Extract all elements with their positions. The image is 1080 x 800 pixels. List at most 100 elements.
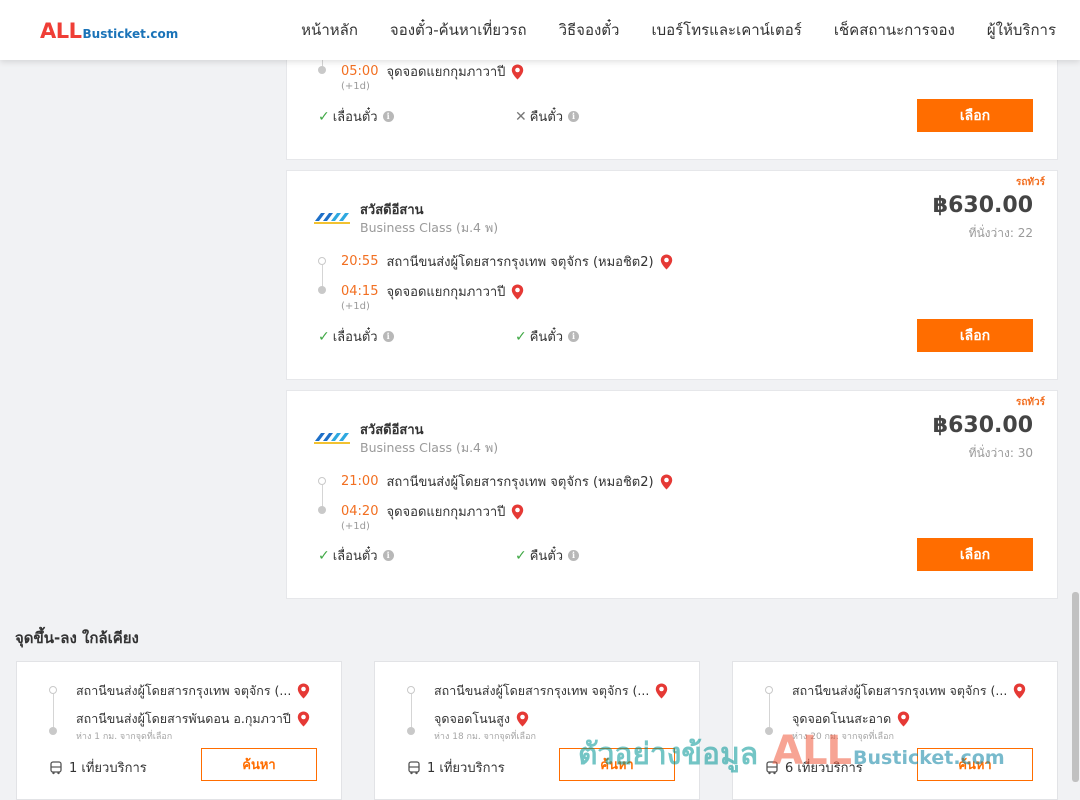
operator-logo <box>313 211 351 225</box>
scrollbar-thumb[interactable] <box>1072 592 1079 782</box>
timeline-line <box>52 694 54 728</box>
map-pin-icon[interactable] <box>511 64 524 80</box>
nav-phone-counters[interactable]: เบอร์โทรและเคาน์เตอร์ <box>651 18 801 42</box>
map-pin-icon[interactable] <box>1013 683 1026 699</box>
price: ฿630.00 <box>932 193 1033 218</box>
bus-icon <box>766 760 778 774</box>
arrival-place: จุดจอดแยกกุมภาวาปี <box>386 285 506 300</box>
day-offset: (+1d) <box>341 81 370 92</box>
timeline-departure-dot <box>318 477 326 485</box>
arrival-stop: 04:15 จุดจอดแยกกุมภาวาปี <box>341 281 524 302</box>
nearby-trip-count-label: 1 เที่ยวบริการ <box>69 761 147 776</box>
arrival-time: 04:20 <box>341 504 379 519</box>
nearby-section-title: จุดขึ้น-ลง ใกล้เคียง <box>15 629 139 647</box>
info-icon[interactable]: i <box>382 550 394 561</box>
info-icon[interactable]: i <box>382 331 394 342</box>
check-icon: ✓ <box>318 108 330 125</box>
departure-place: สถานีขนส่งผู้โดยสารกรุงเทพ จตุจักร (หมอช… <box>386 255 654 270</box>
trip-card: 05:00 จุดจอดแยกกุมภาวาปี (+1d) ✓ เลื่อนต… <box>286 50 1058 160</box>
arrival-stop: 04:20 จุดจอดแยกกุมภาวาปี <box>341 501 524 522</box>
bus-class: Business Class (ม.4 พ) <box>360 440 499 455</box>
logo-domain-text: Busticket.com <box>82 27 179 41</box>
check-icon: ✓ <box>515 547 527 564</box>
nearby-to-place: สถานีขนส่งผู้โดยสารพันดอน อ.กุมภวาปี <box>76 711 291 726</box>
map-pin-icon[interactable] <box>511 284 524 300</box>
timeline-arrival-dot <box>318 506 326 514</box>
site-logo[interactable]: ALL Busticket.com <box>40 19 178 43</box>
nearby-from-place: สถานีขนส่งผู้โดยสารกรุงเทพ จตุจักร (... <box>76 683 292 698</box>
nearby-distance: ห่าง 20 กม. จากจุดที่เลือก <box>792 732 894 742</box>
nav-home[interactable]: หน้าหลัก <box>301 18 358 42</box>
change-ticket-feature: ✓ เลื่อนตั๋ว i <box>318 106 394 127</box>
operator-logo <box>313 431 351 445</box>
nav-book-search[interactable]: จองตั๋ว-ค้นหาเที่ยวรถ <box>390 18 527 42</box>
map-pin-icon[interactable] <box>655 683 668 699</box>
timeline-arrival-dot <box>318 66 326 74</box>
available-seats: ที่นั่งว่าง: 22 <box>968 226 1033 240</box>
arrival-place: จุดจอดแยกกุมภาวาปี <box>386 505 506 520</box>
map-pin-icon[interactable] <box>297 683 310 699</box>
nearby-search-button[interactable]: ค้นหา <box>201 748 317 781</box>
nav-how-to-book[interactable]: วิธีจองตั๋ว <box>559 18 620 42</box>
bus-icon <box>408 760 420 774</box>
nav-operators[interactable]: ผู้ให้บริการ <box>987 18 1056 42</box>
trip-card: รถทัวร์ สวัสดีอีสาน Business Class (ม.4 … <box>286 390 1058 599</box>
nearby-from: สถานีขนส่งผู้โดยสารกรุงเทพ จตุจักร (... <box>76 681 310 701</box>
operator-name: สวัสดีอีสาน <box>360 423 424 438</box>
nearby-from: สถานีขนส่งผู้โดยสารกรุงเทพ จตุจักร (... <box>434 681 668 701</box>
departure-time: 21:00 <box>341 474 379 489</box>
nearby-trip-count: 6 เที่ยวบริการ <box>765 757 863 778</box>
info-icon[interactable]: i <box>568 550 580 561</box>
timeline-line <box>321 265 323 287</box>
refund-ticket-feature: ✓ คืนตั๋ว i <box>515 326 580 347</box>
map-pin-icon[interactable] <box>660 254 673 270</box>
timeline-line <box>321 485 323 507</box>
select-trip-button[interactable]: เลือก <box>917 538 1033 571</box>
timeline-line <box>768 694 770 728</box>
timeline-departure-dot <box>318 257 326 265</box>
nearby-search-button[interactable]: ค้นหา <box>917 748 1033 781</box>
refund-ticket-label: คืนตั๋ว <box>529 549 564 564</box>
info-icon[interactable]: i <box>568 331 580 342</box>
nearby-route-card: สถานีขนส่งผู้โดยสารกรุงเทพ จตุจักร (... … <box>374 661 700 800</box>
nearby-from-place: สถานีขนส่งผู้โดยสารกรุงเทพ จตุจักร (... <box>434 683 650 698</box>
nearby-search-button[interactable]: ค้นหา <box>559 748 675 781</box>
day-offset: (+1d) <box>341 301 370 312</box>
nearby-distance: ห่าง 1 กม. จากจุดที่เลือก <box>76 732 173 742</box>
departure-place: สถานีขนส่งผู้โดยสารกรุงเทพ จตุจักร (หมอช… <box>386 475 654 490</box>
timeline-arrival-dot <box>765 727 773 735</box>
map-pin-icon[interactable] <box>297 711 310 727</box>
nav-check-booking[interactable]: เช็คสถานะการจอง <box>834 18 955 42</box>
map-pin-icon[interactable] <box>511 504 524 520</box>
timeline-line <box>410 694 412 728</box>
arrival-stop: 05:00 จุดจอดแยกกุมภาวาปี <box>341 61 524 82</box>
nearby-route-card: สถานีขนส่งผู้โดยสารกรุงเทพ จตุจักร (... … <box>16 661 342 800</box>
page-scrollbar[interactable] <box>1071 60 1080 800</box>
nearby-route-card: สถานีขนส่งผู้โดยสารกรุงเทพ จตุจักร (... … <box>732 661 1058 800</box>
check-icon: ✓ <box>515 328 527 345</box>
refund-ticket-feature: ✓ คืนตั๋ว i <box>515 545 580 566</box>
select-trip-button[interactable]: เลือก <box>917 319 1033 352</box>
timeline-departure-dot <box>765 686 773 694</box>
select-trip-button[interactable]: เลือก <box>917 99 1033 132</box>
timeline-arrival-dot <box>407 727 415 735</box>
change-ticket-feature: ✓ เลื่อนตั๋ว i <box>318 545 394 566</box>
arrival-time: 04:15 <box>341 284 379 299</box>
nearby-trip-count-label: 6 เที่ยวบริการ <box>785 761 863 776</box>
change-ticket-label: เลื่อนตั๋ว <box>332 549 378 564</box>
arrival-place: จุดจอดแยกกุมภาวาปี <box>386 65 506 80</box>
price: ฿630.00 <box>932 413 1033 438</box>
nearby-to-place: จุดจอดโนนสูง <box>434 711 510 726</box>
info-icon[interactable]: i <box>382 111 394 122</box>
departure-stop: 21:00 สถานีขนส่งผู้โดยสารกรุงเทพ จตุจักร… <box>341 471 673 492</box>
cross-icon: ✕ <box>515 108 527 125</box>
map-pin-icon[interactable] <box>660 474 673 490</box>
top-header: ALL Busticket.com หน้าหลัก จองตั๋ว-ค้นหา… <box>0 0 1080 60</box>
info-icon[interactable]: i <box>568 111 580 122</box>
refund-ticket-feature: ✕ คืนตั๋ว i <box>515 106 580 127</box>
nearby-trip-count: 1 เที่ยวบริการ <box>49 757 147 778</box>
map-pin-icon[interactable] <box>897 711 910 727</box>
nearby-distance: ห่าง 18 กม. จากจุดที่เลือก <box>434 732 536 742</box>
map-pin-icon[interactable] <box>516 711 529 727</box>
main-nav: หน้าหลัก จองตั๋ว-ค้นหาเที่ยวรถ วิธีจองตั… <box>269 0 1056 60</box>
